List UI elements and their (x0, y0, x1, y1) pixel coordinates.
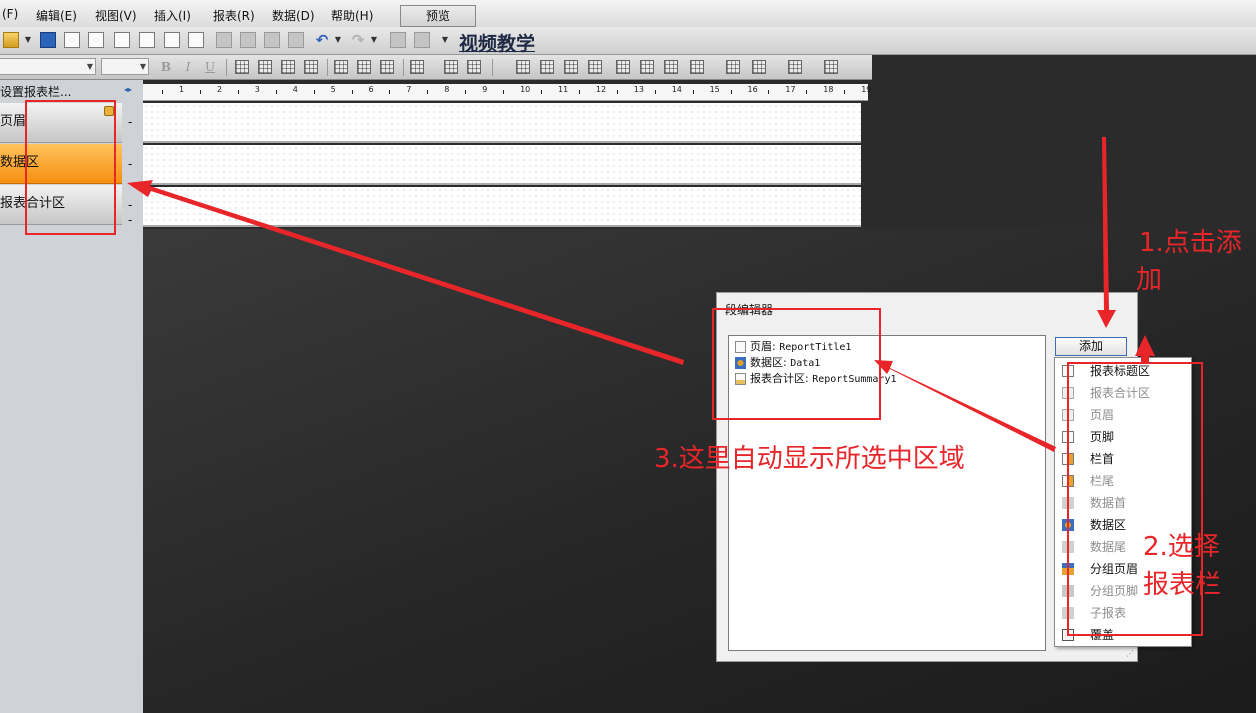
annotation-arrows (127, 137, 1155, 452)
arrow-to-section-list (874, 360, 1056, 452)
arrow-to-band-panel (127, 180, 684, 365)
arrow-to-add-button (1097, 137, 1116, 328)
arrow-to-dropdown (1135, 335, 1155, 364)
